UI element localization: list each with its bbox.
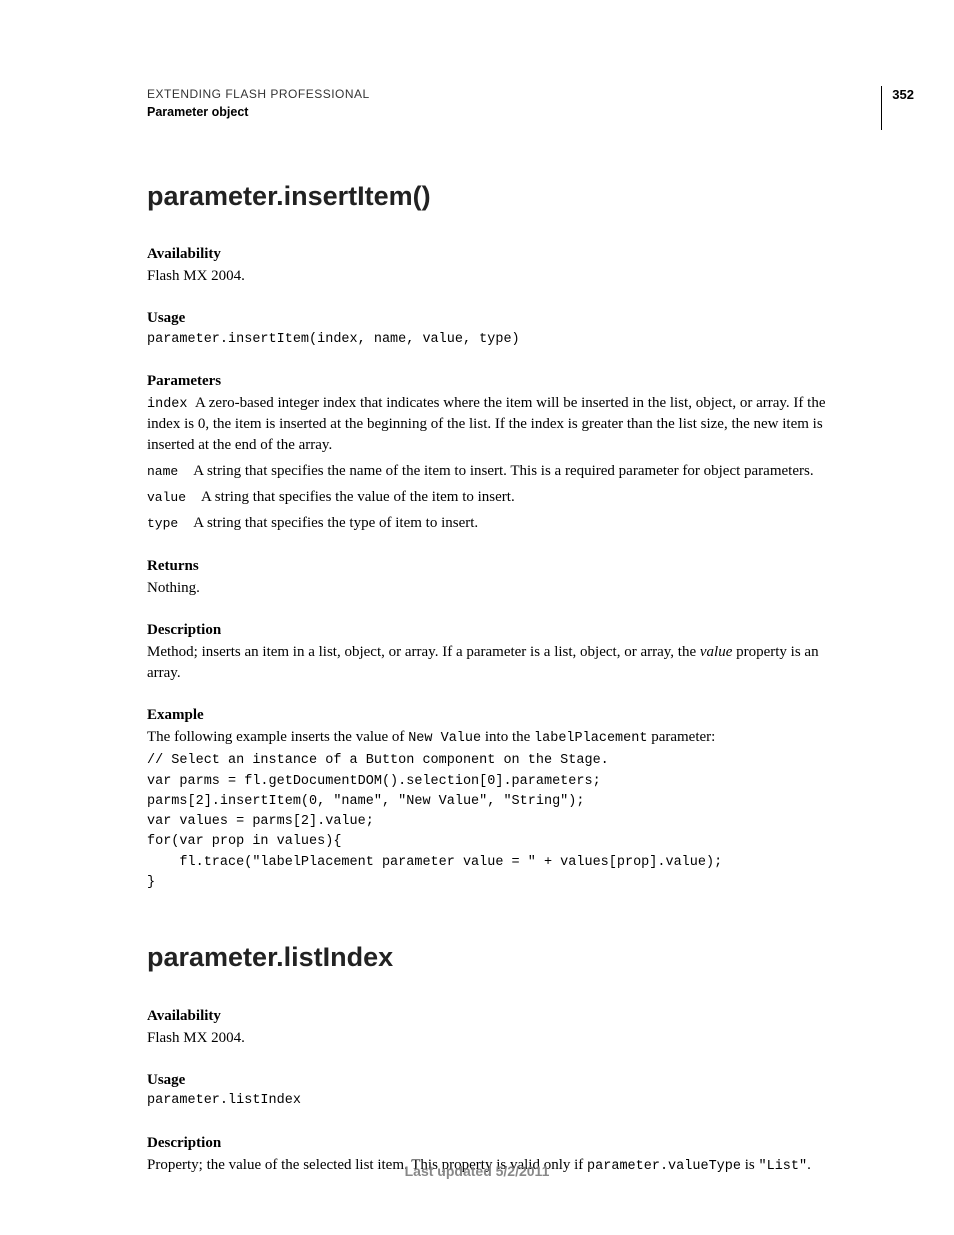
section-heading-insertitem: parameter.insertItem() bbox=[147, 178, 854, 214]
param-value: value A string that specifies the value … bbox=[147, 487, 854, 507]
description-label-2: Description bbox=[147, 1133, 854, 1153]
returns-text: Nothing. bbox=[147, 578, 854, 598]
section-heading-listindex: parameter.listIndex bbox=[147, 939, 854, 975]
header-title: EXTENDING FLASH PROFESSIONAL bbox=[147, 86, 370, 102]
param-name-code: value bbox=[147, 490, 186, 505]
usage-label: Usage bbox=[147, 308, 854, 328]
usage-label-2: Usage bbox=[147, 1070, 854, 1090]
param-name-code: type bbox=[147, 516, 178, 531]
page-header: EXTENDING FLASH PROFESSIONAL Parameter o… bbox=[147, 86, 854, 130]
param-name-code: name bbox=[147, 464, 178, 479]
availability-label: Availability bbox=[147, 244, 854, 264]
footer-last-updated: Last updated 5/2/2011 bbox=[0, 1162, 954, 1181]
header-left: EXTENDING FLASH PROFESSIONAL Parameter o… bbox=[147, 86, 370, 121]
availability-label-2: Availability bbox=[147, 1006, 854, 1026]
availability-text: Flash MX 2004. bbox=[147, 266, 854, 286]
parameters-label: Parameters bbox=[147, 371, 854, 391]
description-label: Description bbox=[147, 620, 854, 640]
description-text: Method; inserts an item in a list, objec… bbox=[147, 642, 854, 683]
param-name: name A string that specifies the name of… bbox=[147, 461, 854, 481]
param-name-code: index bbox=[147, 397, 188, 412]
usage-code: parameter.insertItem(index, name, value,… bbox=[147, 331, 854, 349]
example-label: Example bbox=[147, 705, 854, 725]
example-code-block: // Select an instance of a Button compon… bbox=[147, 751, 854, 893]
param-description: A string that specifies the value of the… bbox=[201, 489, 515, 505]
param-description: A string that specifies the name of the … bbox=[193, 463, 813, 479]
param-description: A string that specifies the type of item… bbox=[193, 515, 478, 531]
example-text: The following example inserts the value … bbox=[147, 727, 854, 748]
param-type: type A string that specifies the type of… bbox=[147, 513, 854, 533]
returns-label: Returns bbox=[147, 556, 854, 576]
availability-text-2: Flash MX 2004. bbox=[147, 1028, 854, 1048]
usage-code-2: parameter.listIndex bbox=[147, 1092, 854, 1110]
param-description: A zero-based integer index that indicate… bbox=[147, 395, 825, 452]
page-number: 352 bbox=[881, 86, 914, 130]
header-subtitle: Parameter object bbox=[147, 104, 370, 121]
param-index: index A zero-based integer index that in… bbox=[147, 393, 854, 455]
